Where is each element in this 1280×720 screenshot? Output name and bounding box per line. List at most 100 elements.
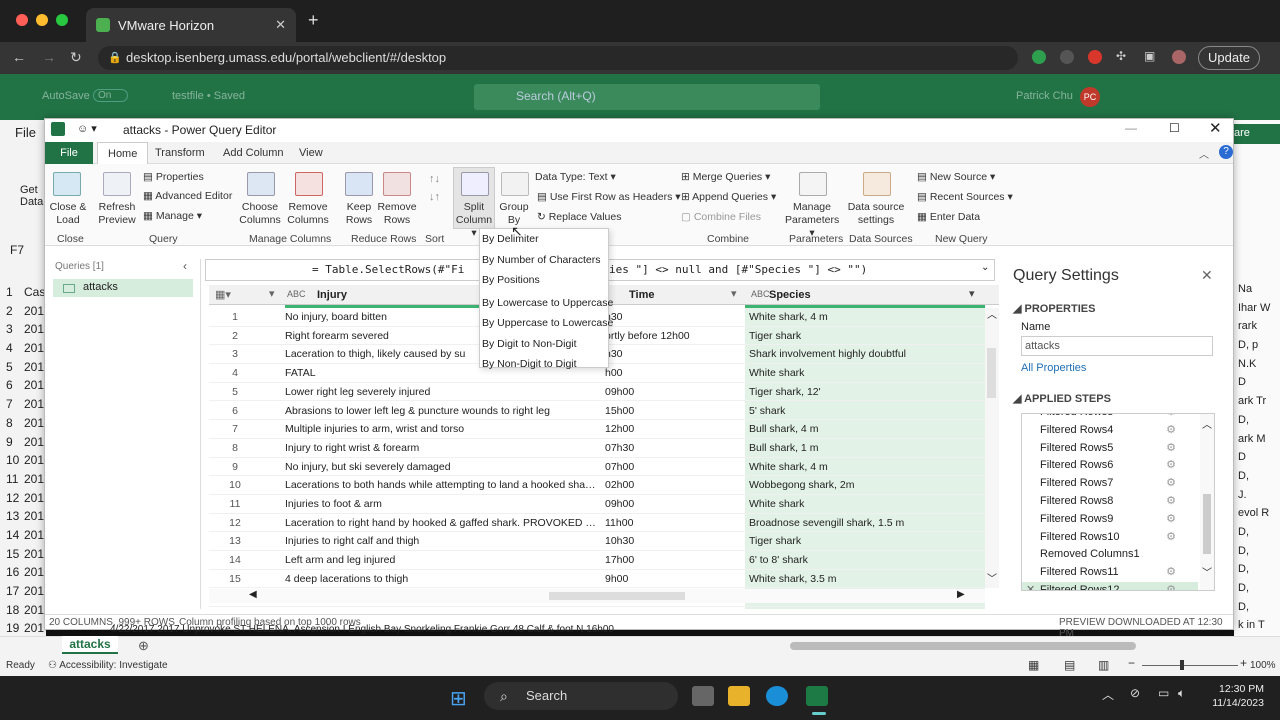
column-header-injury[interactable]: Injury	[317, 289, 347, 301]
excel-cell[interactable]: 201	[24, 378, 46, 397]
table-row[interactable]: 14 Left arm and leg injured 17h00 6' to 8' …	[209, 551, 985, 570]
steps-scroll-thumb[interactable]	[1203, 494, 1211, 554]
step-settings-icon[interactable]: ⚙	[1166, 414, 1176, 418]
cell-time[interactable]: h30	[605, 348, 741, 360]
split-menu-item[interactable]: By Delimiter	[480, 229, 608, 250]
zoom-slider-thumb[interactable]	[1180, 660, 1184, 670]
steps-scroll-down-icon[interactable]: ﹀	[1202, 564, 1212, 579]
cell-injury[interactable]: 4 deep lacerations to thigh	[285, 573, 597, 585]
table-menu-icon[interactable]: ▦▾	[215, 288, 231, 301]
accessibility-status[interactable]: ⚇ Accessibility: Investigate	[48, 660, 168, 671]
cell-species[interactable]: Tiger shark, 12'	[749, 386, 979, 398]
refresh-preview-button[interactable]: Refresh Preview	[95, 201, 139, 227]
steps-scroll-up-icon[interactable]: ︿	[1202, 416, 1212, 431]
get-data-label[interactable]: Get Data	[20, 184, 44, 208]
table-row[interactable]: 13 Injuries to right calf and thigh 10h30 T…	[209, 532, 985, 552]
excel-cell[interactable]: D	[1234, 376, 1280, 395]
split-menu-item[interactable]: By Positions	[480, 270, 608, 291]
new-source-button[interactable]: ▤ New Source ▾	[917, 171, 995, 183]
applied-step[interactable]: ✕ Filtered Rows12 ⚙	[1022, 581, 1198, 590]
edge-icon[interactable]	[766, 686, 788, 706]
cell-species[interactable]: White shark, 4 m	[749, 311, 979, 323]
scroll-down-icon[interactable]: ﹀	[987, 570, 997, 585]
excel-cell[interactable]: 201	[24, 509, 46, 528]
vertical-scroll-thumb[interactable]	[987, 348, 996, 398]
first-row-headers-button[interactable]: ▤ Use First Row as Headers ▾	[537, 191, 681, 203]
excel-cell[interactable]: 201	[24, 435, 46, 454]
excel-cell[interactable]: D,	[1234, 470, 1280, 489]
cell-time[interactable]: 9h00	[605, 573, 741, 585]
step-settings-icon[interactable]: ⚙	[1166, 512, 1176, 525]
sidepanel-icon[interactable]: ▣	[1144, 49, 1155, 63]
split-menu-item[interactable]: By Non-Digit to Digit	[480, 354, 608, 375]
cell-time[interactable]: ortly before 12h00	[605, 330, 741, 342]
choose-columns-button[interactable]: Choose Columns	[237, 201, 283, 227]
add-sheet-icon[interactable]: ⊕	[138, 638, 149, 654]
cell-injury[interactable]: Injuries to right calf and thigh	[285, 535, 597, 547]
split-menu-item[interactable]: By Lowercase to Uppercase	[480, 293, 613, 314]
row-number[interactable]: 11	[215, 498, 255, 510]
table-row[interactable]: 5 Lower right leg severely injured 09h00 Ti…	[209, 383, 985, 402]
zoom-level[interactable]: 100%	[1250, 660, 1276, 671]
excel-cell[interactable]: evol R	[1234, 507, 1280, 526]
properties-section[interactable]: ◢ PROPERTIES	[1013, 302, 1095, 315]
row-number[interactable]: 8	[215, 442, 255, 454]
excel-cell[interactable]: 201	[24, 397, 46, 416]
table-row[interactable]: 9 No injury, but ski severely damaged 07h0…	[209, 458, 985, 477]
puzzle-icon[interactable]: ✣	[1116, 49, 1126, 63]
cell-injury[interactable]: Multiple injuries to arm, wrist and tors…	[285, 423, 597, 435]
new-tab-icon[interactable]: +	[308, 10, 319, 31]
pq-minimize-icon[interactable]: —	[1125, 121, 1137, 135]
maximize-window-icon[interactable]	[56, 14, 68, 26]
applied-step[interactable]: Filtered Rows7 ⚙	[1022, 475, 1198, 493]
row-number[interactable]: 13	[215, 535, 255, 547]
properties-button[interactable]: ▤ Properties	[143, 171, 204, 183]
user-avatar[interactable]: PC	[1080, 87, 1100, 107]
sort-icons[interactable]: ↑↓ ↓↑	[429, 170, 440, 206]
prev-col-filter-icon[interactable]: ▾	[269, 287, 275, 300]
excel-cell[interactable]: N.K	[1234, 358, 1280, 377]
extension-s-icon[interactable]	[1060, 50, 1074, 64]
collapse-queries-icon[interactable]: ‹	[183, 259, 187, 273]
cell-time[interactable]: 07h00	[605, 461, 741, 473]
data-source-settings-button[interactable]: Data source settings	[845, 201, 907, 227]
zoom-out-icon[interactable]: −	[1128, 656, 1135, 670]
expand-formula-icon[interactable]: ⌄	[981, 262, 989, 273]
excel-cell[interactable]: ark M	[1234, 433, 1280, 452]
combine-files-button[interactable]: ▢ Combine Files	[681, 211, 761, 223]
zoom-slider[interactable]	[1142, 665, 1238, 666]
excel-cell[interactable]: Cas	[24, 285, 46, 304]
vertical-scrollbar[interactable]: ︿ ﹀	[985, 308, 999, 588]
row-number[interactable]: 1	[215, 311, 255, 323]
applied-step[interactable]: Filtered Rows9 ⚙	[1022, 511, 1198, 529]
cell-injury[interactable]: Injury to right wrist & forearm	[285, 442, 597, 454]
cell-species[interactable]: White shark, 3.5 m	[749, 573, 979, 585]
excel-cell[interactable]: ark Tr	[1234, 395, 1280, 414]
step-settings-icon[interactable]: ⚙	[1166, 494, 1176, 507]
page-layout-icon[interactable]: ▤	[1064, 658, 1075, 672]
reload-icon[interactable]: ↻	[70, 49, 82, 66]
keep-rows-button[interactable]: Keep Rows	[341, 201, 377, 227]
page-break-icon[interactable]: ▥	[1098, 658, 1109, 672]
excel-cell[interactable]: D	[1234, 451, 1280, 470]
excel-file-tab[interactable]: File	[15, 125, 36, 140]
sheet-tab-attacks[interactable]: attacks	[62, 636, 118, 654]
replace-values-button[interactable]: ↻ Replace Values	[537, 211, 622, 223]
cell-time[interactable]: 09h00	[605, 386, 741, 398]
applied-steps-section[interactable]: ◢ APPLIED STEPS	[1013, 392, 1111, 405]
smiley-icon[interactable]: ☺ ▾	[77, 122, 97, 135]
step-settings-icon[interactable]: ⚙	[1166, 565, 1176, 578]
row-number[interactable]: 4	[215, 367, 255, 379]
cell-species[interactable]: White shark, 4 m	[749, 461, 979, 473]
excel-cell[interactable]: Ihar W	[1234, 302, 1280, 321]
excel-cell[interactable]: 201	[24, 491, 46, 510]
row-number[interactable]: 15	[215, 573, 255, 585]
excel-taskbar-icon[interactable]	[806, 686, 828, 706]
cell-time[interactable]: 17h00	[605, 554, 741, 566]
excel-cell[interactable]: D, p	[1234, 339, 1280, 358]
name-box[interactable]: F7	[10, 243, 24, 257]
excel-cell[interactable]: 201	[24, 416, 46, 435]
split-menu-item[interactable]: By Uppercase to Lowercase	[480, 313, 613, 334]
share-button[interactable]: are	[1234, 124, 1280, 144]
applied-step[interactable]: Filtered Rows5 ⚙	[1022, 440, 1198, 458]
